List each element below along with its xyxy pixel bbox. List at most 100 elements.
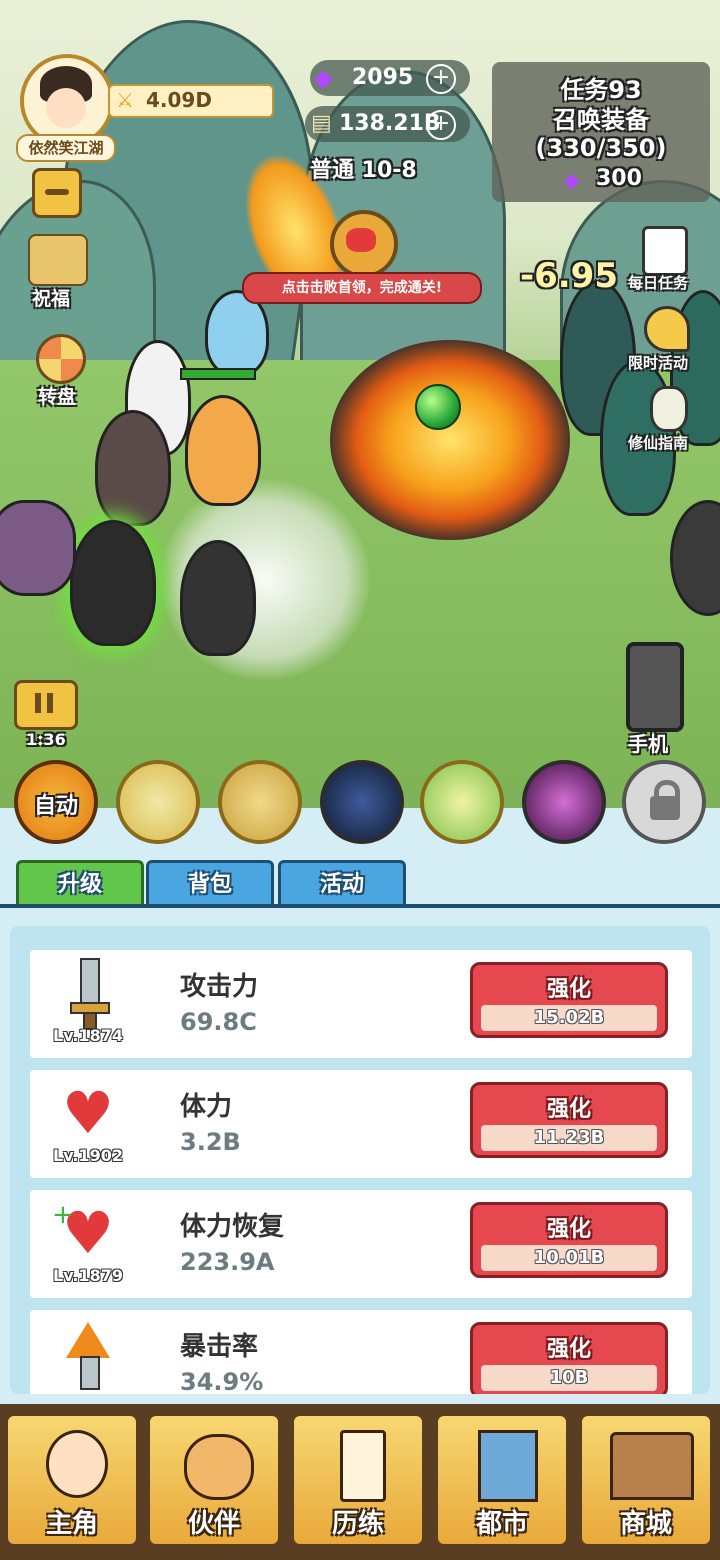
tab-upgrade[interactable]: 升级 [16, 860, 144, 907]
building-icon [478, 1430, 538, 1502]
daily-task-button[interactable]: 每日任务 [628, 224, 720, 296]
nav-training[interactable]: 历练 [290, 1412, 426, 1548]
collapse-button[interactable] [32, 168, 82, 218]
battle-timer: 1:36 [26, 730, 66, 749]
stat-name: 体力恢复 [180, 1212, 285, 1242]
hero-health-bar [180, 368, 256, 380]
upgrade-label: 强化 [546, 1337, 591, 1362]
auto-skill-button[interactable]: 自动 [14, 760, 98, 844]
hero-fighter[interactable] [185, 395, 261, 506]
tab-underline [0, 904, 720, 908]
gem-icon: ◆ [314, 64, 333, 92]
skill-bar: 自动 [0, 760, 720, 850]
nav-label: 历练 [331, 1509, 384, 1539]
upgrade-row-regen: ♥ + Lv.1879 体力恢复 223.9A 强化 10.01B [30, 1190, 692, 1298]
skill-locked[interactable] [622, 760, 706, 844]
boss-icon[interactable] [330, 210, 398, 278]
limited-event-label: 限时活动 [628, 354, 689, 372]
quest-name: 召唤装备 [553, 106, 649, 134]
skill-qilin[interactable] [116, 760, 200, 844]
auto-label: 自动 [33, 794, 78, 819]
stall-icon [610, 1432, 694, 1500]
immortal-icon [650, 386, 688, 432]
pause-button[interactable] [14, 680, 78, 730]
upgrade-button[interactable]: 强化 10B [470, 1322, 668, 1394]
skill-dragon[interactable] [218, 760, 302, 844]
damage-number: -6.95 [520, 256, 618, 296]
hero-fighter[interactable] [70, 520, 156, 646]
upgrade-list[interactable]: Lv.1874 攻击力 69.8C 强化 15.02B ♥ Lv.1902 体力… [10, 926, 710, 1394]
explosion-effect [330, 340, 570, 540]
almanac-icon [340, 1430, 386, 1502]
stat-value: 3.2B [180, 1128, 241, 1156]
upgrade-label: 强化 [546, 1097, 591, 1122]
hero-fighter[interactable] [95, 410, 171, 526]
stat-value: 34.9% [180, 1368, 264, 1394]
nav-hero[interactable]: 主角 [4, 1412, 140, 1548]
quest-panel[interactable]: 任务93 召唤装备 (330/350) ◆ 300 [492, 62, 710, 202]
phone-label: 手机 [628, 732, 668, 756]
boss-tip: 点击击败首领，完成通关! [242, 272, 482, 304]
gem-icon: ◆ [564, 168, 580, 192]
add-gems-button[interactable]: + [426, 64, 456, 94]
cat-icon [184, 1434, 254, 1500]
stat-name: 暴击率 [180, 1332, 259, 1362]
party-icon [644, 306, 690, 352]
battle-scene[interactable]: -6.95 依然笑江湖 ⚔ 4.09D ◆ 2095 + ▤ 138.21B +… [0, 0, 720, 790]
hero-portrait-icon [46, 1430, 108, 1498]
avatar-face [46, 88, 86, 128]
hero-fighter[interactable] [180, 540, 256, 656]
upgrade-cost: 10B [481, 1365, 657, 1391]
blessing-button[interactable]: 祝福 [24, 230, 88, 310]
nav-city[interactable]: 都市 [434, 1412, 570, 1548]
upgrade-cost: 15.02B [481, 1005, 657, 1031]
quest-progress: (330/350) [535, 134, 667, 162]
blessing-label: 祝福 [32, 288, 71, 310]
level-label: Lv.1902 [53, 1146, 123, 1165]
blessing-icon [28, 234, 88, 286]
stat-value: 69.8C [180, 1008, 257, 1036]
guide-label: 修仙指南 [628, 434, 689, 452]
upgrade-row-attack: Lv.1874 攻击力 69.8C 强化 15.02B [30, 950, 692, 1058]
stage-label: 普通 10-8 [310, 158, 417, 183]
demon-icon [346, 228, 376, 252]
stat-name: 体力 [180, 1092, 233, 1122]
power-icon: ⚔ [116, 88, 134, 112]
power-bar: ⚔ 4.09D [108, 84, 274, 118]
nav-partner[interactable]: 伙伴 [146, 1412, 282, 1548]
upgrade-cost: 10.01B [481, 1245, 657, 1271]
limited-event-button[interactable]: 限时活动 [628, 304, 720, 376]
bottom-nav: 主角 伙伴 历练 都市 商城 [0, 1404, 720, 1560]
add-cash-button[interactable]: + [426, 110, 456, 140]
phone-icon [626, 642, 684, 732]
nav-shop[interactable]: 商城 [578, 1412, 714, 1548]
guide-button[interactable]: 修仙指南 [628, 384, 720, 456]
nav-label: 主角 [45, 1509, 98, 1539]
clipboard-icon [642, 226, 688, 276]
upgrade-button[interactable]: 强化 15.02B [470, 962, 668, 1038]
player-name: 依然笑江湖 [16, 134, 116, 162]
skill-vortex[interactable] [522, 760, 606, 844]
phone-button[interactable]: 手机 [620, 640, 690, 760]
upgrade-button[interactable]: 强化 11.23B [470, 1082, 668, 1158]
beast-companion[interactable] [0, 500, 76, 596]
tab-backpack[interactable]: 背包 [146, 860, 274, 907]
lock-shackle [654, 780, 680, 803]
power-value: 4.09D [146, 88, 212, 112]
quest-reward: 300 [596, 166, 642, 191]
wheel-button[interactable]: 转盘 [30, 330, 90, 410]
tab-activity[interactable]: 活动 [278, 860, 406, 907]
green-orb [415, 384, 461, 430]
wheel-icon [36, 334, 86, 384]
level-label: Lv.1874 [53, 1026, 123, 1045]
skill-comet[interactable] [420, 760, 504, 844]
upgrade-button[interactable]: 强化 10.01B [470, 1202, 668, 1278]
nav-label: 伙伴 [187, 1509, 240, 1539]
skill-lightning[interactable] [320, 760, 404, 844]
nav-label: 商城 [619, 1509, 672, 1539]
heart-plus-icon: ♥ + [52, 1199, 114, 1267]
heart-icon: ♥ [62, 1079, 114, 1147]
pause-icon [35, 693, 41, 713]
upgrade-row-stamina: ♥ Lv.1902 体力 3.2B 强化 11.23B [30, 1070, 692, 1178]
upgrade-cost: 11.23B [481, 1125, 657, 1151]
